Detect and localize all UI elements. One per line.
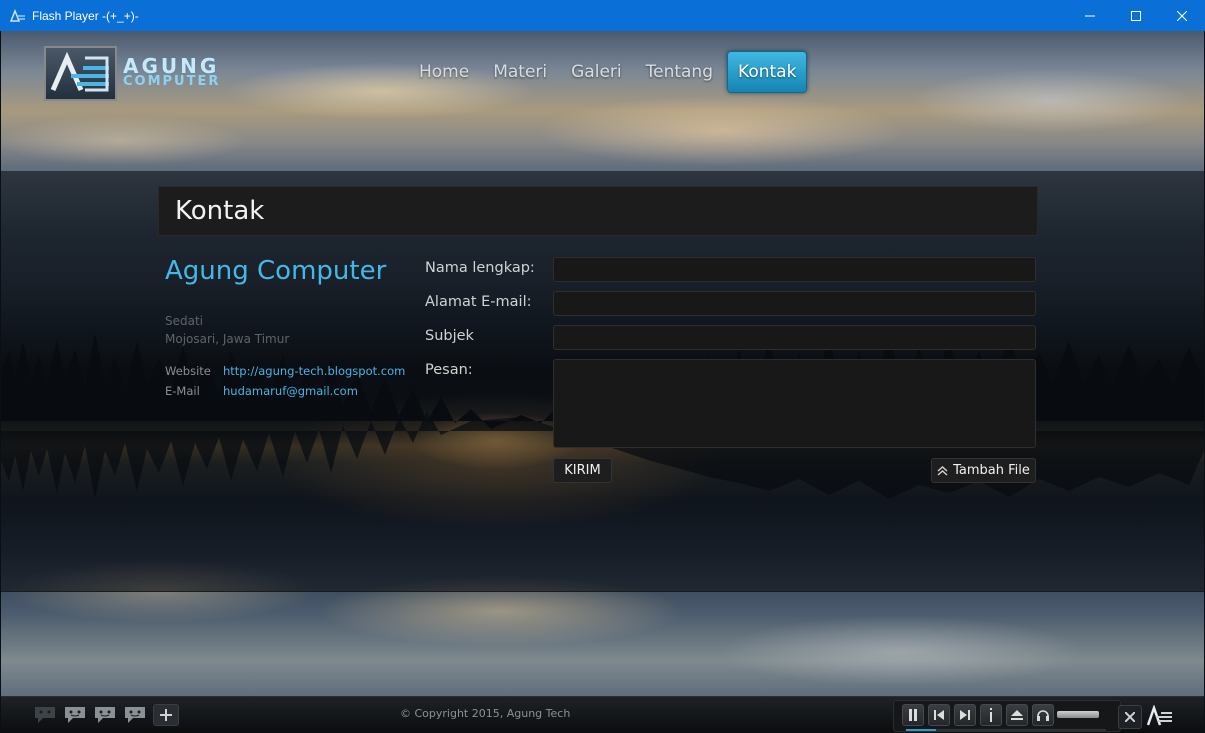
close-icon xyxy=(1125,712,1135,722)
player-close-button[interactable] xyxy=(1118,705,1142,729)
address-line2: Mojosari, Jawa Timur xyxy=(165,332,290,346)
subject-label: Subjek xyxy=(425,328,474,344)
agung-logo-icon xyxy=(50,51,109,91)
message-label: Pesan: xyxy=(425,362,473,378)
email-row: E-Mail hudamaruf@gmail.com xyxy=(165,384,358,398)
playback-progress[interactable] xyxy=(906,729,1106,731)
close-icon xyxy=(1177,10,1187,21)
copyright-text: © Copyright 2015, Agung Tech xyxy=(400,707,571,720)
window-titlebar: Flash Player -(+_+)- xyxy=(0,0,1205,31)
next-icon xyxy=(960,710,970,720)
name-label: Nama lengkap: xyxy=(425,260,535,276)
chat-icon[interactable] xyxy=(63,705,87,725)
main-nav: Home Materi Galeri Tentang Kontak xyxy=(409,51,811,93)
eject-icon xyxy=(1011,710,1023,720)
previous-button[interactable] xyxy=(928,704,950,726)
website-label: Website xyxy=(165,364,211,378)
nav-item-materi[interactable]: Materi xyxy=(483,52,557,92)
website-row: Website http://agung-tech.blogspot.com xyxy=(165,364,405,378)
chat-icon[interactable] xyxy=(123,705,147,725)
pause-button[interactable] xyxy=(902,704,924,726)
eject-button[interactable] xyxy=(1006,704,1028,726)
add-file-label: Tambah File xyxy=(953,463,1030,478)
address-line1: Sedati xyxy=(165,314,204,328)
app-icon xyxy=(10,8,25,22)
info-button[interactable] xyxy=(980,704,1002,726)
next-button[interactable] xyxy=(954,704,976,726)
divider xyxy=(1,591,1204,592)
logo-mark xyxy=(44,46,117,101)
company-name: Agung Computer xyxy=(165,256,387,286)
logo-line2: COMPUTER xyxy=(123,73,221,89)
pause-icon xyxy=(909,709,917,721)
company-address: Sedati Mojosari, Jawa Timur xyxy=(165,312,289,348)
email-link[interactable]: hudamaruf@gmail.com xyxy=(223,384,358,398)
chat-icon[interactable] xyxy=(33,705,57,725)
email-field[interactable] xyxy=(553,291,1036,316)
minimize-icon xyxy=(1085,15,1095,16)
website-link[interactable]: http://agung-tech.blogspot.com xyxy=(223,364,405,378)
upload-chevron-icon xyxy=(937,465,948,476)
page-title: Kontak xyxy=(158,186,1038,236)
nav-item-galeri[interactable]: Galeri xyxy=(561,52,632,92)
subject-field[interactable] xyxy=(553,325,1036,350)
nav-item-kontak[interactable]: Kontak xyxy=(727,51,808,93)
plus-icon xyxy=(160,709,172,721)
nav-item-home[interactable]: Home xyxy=(409,52,479,92)
bottom-bar: © Copyright 2015, Agung Tech xyxy=(1,696,1204,733)
maximize-button[interactable] xyxy=(1113,0,1159,31)
flash-stage: AGUNG COMPUTER Home Materi Galeri Tentan… xyxy=(1,31,1204,733)
chat-icon[interactable] xyxy=(93,705,117,725)
close-window-button[interactable] xyxy=(1159,0,1205,31)
window-title: Flash Player -(+_+)- xyxy=(32,8,139,23)
add-file-button[interactable]: Tambah File xyxy=(931,458,1036,483)
email-field-label: Alamat E-mail: xyxy=(425,294,532,310)
minimize-button[interactable] xyxy=(1067,0,1113,31)
nav-item-tentang[interactable]: Tentang xyxy=(636,52,723,92)
volume-slider[interactable] xyxy=(1057,711,1099,718)
send-button[interactable]: KIRIM xyxy=(553,458,612,483)
email-label: E-Mail xyxy=(165,384,200,398)
previous-icon xyxy=(934,710,944,720)
headphones-button[interactable] xyxy=(1032,704,1054,726)
add-button[interactable] xyxy=(153,704,179,726)
site-logo[interactable]: AGUNG COMPUTER xyxy=(44,46,220,101)
name-field[interactable] xyxy=(553,257,1036,282)
message-field[interactable] xyxy=(553,359,1036,448)
agung-logo-icon xyxy=(1147,705,1172,726)
info-icon xyxy=(990,708,992,722)
logo-text: AGUNG COMPUTER xyxy=(123,53,221,90)
maximize-icon xyxy=(1131,10,1141,21)
logo-line1: AGUNG xyxy=(123,53,220,78)
media-player xyxy=(893,700,1121,732)
playback-progress-fill xyxy=(906,729,936,731)
footer-logo[interactable] xyxy=(1147,703,1173,729)
chat-icons xyxy=(33,705,153,725)
headphones-icon xyxy=(1037,710,1049,721)
